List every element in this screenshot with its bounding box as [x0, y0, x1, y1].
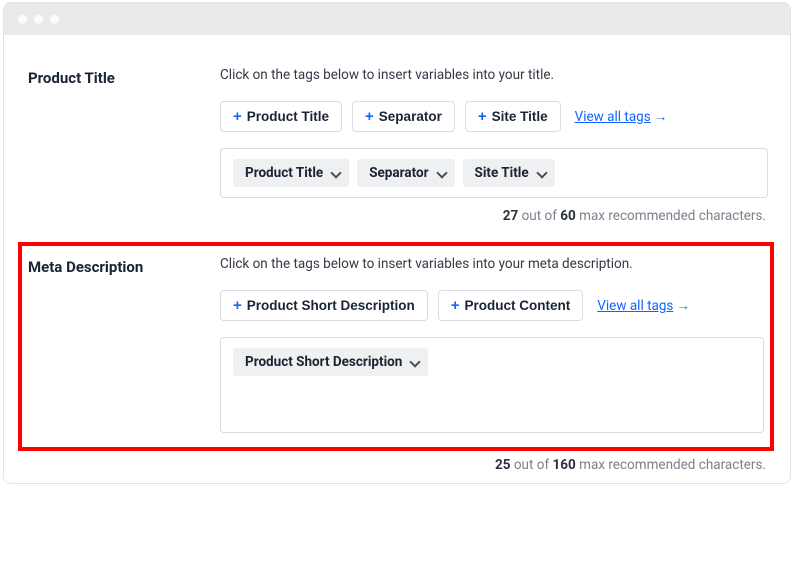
- app-window: Product Title Click on the tags below to…: [3, 2, 791, 484]
- variable-chip[interactable]: Site Title: [463, 159, 555, 187]
- tag-label: Product Content: [465, 298, 571, 313]
- insert-tag-button[interactable]: + Product Short Description: [220, 290, 428, 321]
- tag-button-row: + Product Short Description + Product Co…: [220, 290, 764, 321]
- section-label-col: Meta Description: [28, 256, 220, 433]
- variable-chip[interactable]: Product Short Description: [233, 348, 428, 376]
- arrow-right-icon: →: [654, 109, 668, 125]
- section-meta-description: Meta Description Click on the tags below…: [18, 242, 774, 451]
- section-field-col: Click on the tags below to insert variab…: [220, 256, 764, 433]
- count-text: out of: [514, 457, 549, 473]
- char-counter: 25 out of 160 max recommended characters…: [28, 457, 768, 473]
- window-dot: [18, 15, 27, 24]
- section-title: Meta Description: [28, 258, 220, 276]
- meta-input-box[interactable]: Product Short Description: [220, 337, 764, 433]
- plus-icon: +: [451, 298, 460, 313]
- view-all-tags-link[interactable]: View all tags→: [597, 298, 690, 314]
- arrow-right-icon: →: [676, 298, 690, 314]
- count-max: 60: [560, 208, 576, 224]
- plus-icon: +: [233, 109, 242, 124]
- insert-tag-button[interactable]: + Site Title: [465, 101, 561, 132]
- section-product-title: Product Title Click on the tags below to…: [28, 53, 768, 242]
- link-label: View all tags: [575, 109, 651, 125]
- count-text: max recommended characters.: [579, 457, 766, 473]
- tag-label: Separator: [379, 109, 442, 124]
- insert-tag-button[interactable]: + Product Content: [438, 290, 584, 321]
- chevron-down-icon: [437, 168, 447, 178]
- tag-label: Site Title: [492, 109, 548, 124]
- variable-chip[interactable]: Separator: [357, 159, 454, 187]
- count-max: 160: [553, 457, 576, 473]
- insert-tag-button[interactable]: + Product Title: [220, 101, 342, 132]
- count-current: 27: [503, 208, 519, 224]
- title-input-box[interactable]: Product Title Separator Site Title: [220, 148, 768, 198]
- chip-label: Product Title: [245, 165, 323, 181]
- hint-text: Click on the tags below to insert variab…: [220, 67, 768, 83]
- tag-label: Product Short Description: [247, 298, 415, 313]
- view-all-tags-link[interactable]: View all tags→: [575, 109, 668, 125]
- count-text: max recommended characters.: [579, 208, 766, 224]
- section-label-col: Product Title: [28, 67, 220, 224]
- variable-chip[interactable]: Product Title: [233, 159, 349, 187]
- chip-label: Site Title: [475, 165, 529, 181]
- chevron-down-icon: [537, 168, 547, 178]
- section-field-col: Click on the tags below to insert variab…: [220, 67, 768, 224]
- section-title: Product Title: [28, 69, 220, 87]
- window-titlebar: [4, 3, 790, 35]
- chip-label: Separator: [369, 165, 428, 181]
- chip-label: Product Short Description: [245, 354, 402, 370]
- window-dot: [34, 15, 43, 24]
- plus-icon: +: [365, 109, 374, 124]
- count-text: out of: [522, 208, 557, 224]
- plus-icon: +: [478, 109, 487, 124]
- link-label: View all tags: [597, 298, 673, 314]
- tag-label: Product Title: [247, 109, 329, 124]
- plus-icon: +: [233, 298, 242, 313]
- window-dot: [50, 15, 59, 24]
- insert-tag-button[interactable]: + Separator: [352, 101, 455, 132]
- content-area: Product Title Click on the tags below to…: [4, 35, 790, 483]
- chevron-down-icon: [331, 168, 341, 178]
- char-counter: 27 out of 60 max recommended characters.: [220, 208, 768, 224]
- hint-text: Click on the tags below to insert variab…: [220, 256, 764, 272]
- chevron-down-icon: [410, 357, 420, 367]
- count-current: 25: [495, 457, 511, 473]
- tag-button-row: + Product Title + Separator + Site Title…: [220, 101, 768, 132]
